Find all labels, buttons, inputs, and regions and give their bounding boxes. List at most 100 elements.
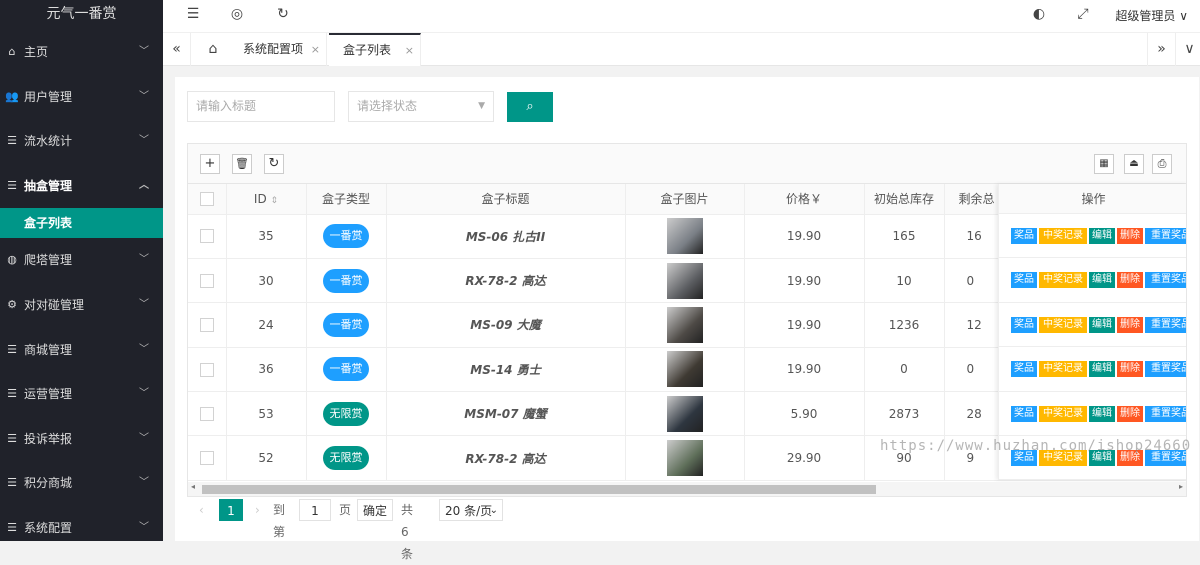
globe-icon[interactable]: ◎ xyxy=(227,6,247,22)
reset-pool-button[interactable]: 重置奖品池 xyxy=(1145,316,1186,346)
user-menu[interactable]: 超级管理员 ∨ xyxy=(1115,7,1188,24)
price-cell: 29.90 xyxy=(744,435,865,481)
image-cell xyxy=(625,391,745,437)
row-checkbox[interactable] xyxy=(199,229,214,244)
reset-pool-button[interactable]: 重置奖品池 xyxy=(1145,228,1186,257)
horizontal-scrollbar[interactable]: ◂ ▸ xyxy=(188,482,1186,496)
sidebar-item[interactable]: ☰ 运营管理 ﹀ xyxy=(0,372,163,417)
row-checkbox[interactable] xyxy=(199,362,214,377)
row-select-cell[interactable] xyxy=(188,214,227,259)
sidebar-item[interactable]: ☰ 抽盒管理 ︿ xyxy=(0,164,163,209)
edit-button[interactable]: 编辑 xyxy=(1089,405,1115,422)
win-records-button[interactable]: 中奖记录 xyxy=(1039,316,1087,333)
row-select-cell[interactable] xyxy=(188,347,227,393)
tabs-next-icon[interactable]: » xyxy=(1147,33,1175,66)
delete-icon[interactable]: 🗑 xyxy=(232,154,252,174)
box-image[interactable] xyxy=(666,440,703,477)
fullscreen-icon[interactable]: ⤢ xyxy=(1073,6,1093,22)
edit-button[interactable]: 编辑 xyxy=(1089,272,1115,289)
reset-pool-button[interactable]: 重置奖品池 xyxy=(1145,405,1186,435)
type-cell: 无限赏 xyxy=(306,435,387,481)
edit-button[interactable]: 编辑 xyxy=(1089,316,1115,333)
win-records-button[interactable]: 中奖记录 xyxy=(1039,228,1087,244)
refresh-icon[interactable]: ↻ xyxy=(273,6,293,22)
theme-icon[interactable]: ◐ xyxy=(1029,6,1049,22)
close-icon[interactable]: × xyxy=(405,35,414,66)
prizes-button[interactable]: 奖品 xyxy=(1011,361,1037,378)
box-image[interactable] xyxy=(666,262,703,299)
type-badge: 一番赏 xyxy=(323,357,369,382)
edit-button[interactable]: 编辑 xyxy=(1089,361,1115,378)
box-image[interactable] xyxy=(666,306,703,343)
row-select-cell[interactable] xyxy=(188,258,227,304)
refresh-table-icon[interactable]: ↻ xyxy=(264,154,284,174)
prizes-button[interactable]: 奖品 xyxy=(1011,228,1037,244)
confirm-button[interactable]: 确定 xyxy=(357,499,393,521)
export-icon[interactable]: ⏏ xyxy=(1124,154,1144,174)
delete-button[interactable]: 删除 xyxy=(1117,361,1143,378)
prev-page-icon[interactable]: ‹ xyxy=(199,499,204,521)
columns-icon[interactable]: ▦ xyxy=(1094,154,1114,174)
tab-box-list[interactable]: 盒子列表 × xyxy=(329,33,421,66)
scroll-left-icon[interactable]: ◂ xyxy=(191,482,195,491)
status-select[interactable]: 请选择状态 ▼ xyxy=(348,91,494,122)
prizes-button[interactable]: 奖品 xyxy=(1011,316,1037,333)
scrollbar-thumb[interactable] xyxy=(202,485,876,494)
box-image[interactable] xyxy=(666,351,703,388)
sidebar-item[interactable]: ☰ 流水统计 ﹀ xyxy=(0,119,163,164)
page-size-select[interactable]: 20 条/页 ⌄ xyxy=(439,499,503,521)
row-checkbox[interactable] xyxy=(199,318,214,333)
sidebar-item[interactable]: ☰ 商城管理 ﹀ xyxy=(0,328,163,373)
home-tab-icon[interactable]: ⌂ xyxy=(199,33,227,66)
prizes-button[interactable]: 奖品 xyxy=(1011,272,1037,289)
box-image[interactable] xyxy=(666,395,703,432)
collapse-menu-icon[interactable]: ☰ xyxy=(183,6,203,22)
tab-system-config[interactable]: 系统配置项 × xyxy=(229,33,327,66)
search-button[interactable]: ⌕ xyxy=(507,92,553,122)
sidebar-item[interactable]: ⌂ 主页 ﹀ xyxy=(0,30,163,75)
tabs-menu-icon[interactable]: ∨ xyxy=(1175,33,1200,66)
win-records-button[interactable]: 中奖记录 xyxy=(1039,405,1087,422)
scroll-right-icon[interactable]: ▸ xyxy=(1179,482,1183,491)
select-all-header[interactable] xyxy=(188,184,227,215)
sidebar-item[interactable]: ⚙ 对对碰管理 ﹀ xyxy=(0,283,163,328)
sidebar-item[interactable]: 👥 用户管理 ﹀ xyxy=(0,75,163,120)
page-1-button[interactable]: 1 xyxy=(219,499,243,521)
sidebar-item-label: 积分商城 xyxy=(24,476,73,491)
box-title: MSM-07 魔蟹 xyxy=(464,407,547,422)
select-all-checkbox[interactable] xyxy=(199,192,214,206)
row-select-cell[interactable] xyxy=(188,302,227,348)
win-records-button[interactable]: 中奖记录 xyxy=(1039,361,1087,378)
tabs-prev-icon[interactable]: « xyxy=(163,33,191,66)
delete-button[interactable]: 删除 xyxy=(1117,316,1143,333)
reset-pool-button[interactable]: 重置奖品池 xyxy=(1145,272,1186,301)
delete-button[interactable]: 删除 xyxy=(1117,405,1143,422)
reset-pool-button[interactable]: 重置奖品池 xyxy=(1145,361,1186,390)
sidebar-item[interactable]: ☰ 投诉举报 ﹀ xyxy=(0,417,163,462)
prizes-button[interactable]: 奖品 xyxy=(1011,405,1037,422)
tab-label: 系统配置项 xyxy=(243,42,304,56)
add-icon[interactable]: + xyxy=(200,154,220,174)
sort-icon[interactable]: ⇕ xyxy=(271,196,279,206)
sidebar-item[interactable]: ☰ 系统配置 ﹀ xyxy=(0,506,163,541)
title-search-input[interactable]: 请输入标题 xyxy=(187,91,335,122)
sidebar-item-label: 爬塔管理 xyxy=(24,253,73,268)
row-checkbox[interactable] xyxy=(199,451,214,466)
row-select-cell[interactable] xyxy=(188,391,227,437)
sidebar-item[interactable]: ☰ 积分商城 ﹀ xyxy=(0,461,163,506)
delete-button[interactable]: 删除 xyxy=(1117,228,1143,244)
win-records-button[interactable]: 中奖记录 xyxy=(1039,272,1087,289)
row-checkbox[interactable] xyxy=(199,407,214,421)
sidebar-item[interactable]: ◍ 爬塔管理 ﹀ xyxy=(0,238,163,283)
close-icon[interactable]: × xyxy=(311,33,320,66)
goto-page-input[interactable]: 1 xyxy=(299,499,331,521)
print-icon[interactable]: ⎙ xyxy=(1152,154,1172,174)
edit-button[interactable]: 编辑 xyxy=(1089,228,1115,244)
box-image[interactable] xyxy=(666,218,703,255)
sidebar-subitem-box-list[interactable]: 盒子列表 xyxy=(0,208,163,239)
row-select-cell[interactable] xyxy=(188,435,227,481)
next-page-icon[interactable]: › xyxy=(255,499,260,521)
delete-button[interactable]: 删除 xyxy=(1117,272,1143,289)
row-checkbox[interactable] xyxy=(199,273,214,288)
col-id[interactable]: ID ⇕ xyxy=(226,184,307,215)
